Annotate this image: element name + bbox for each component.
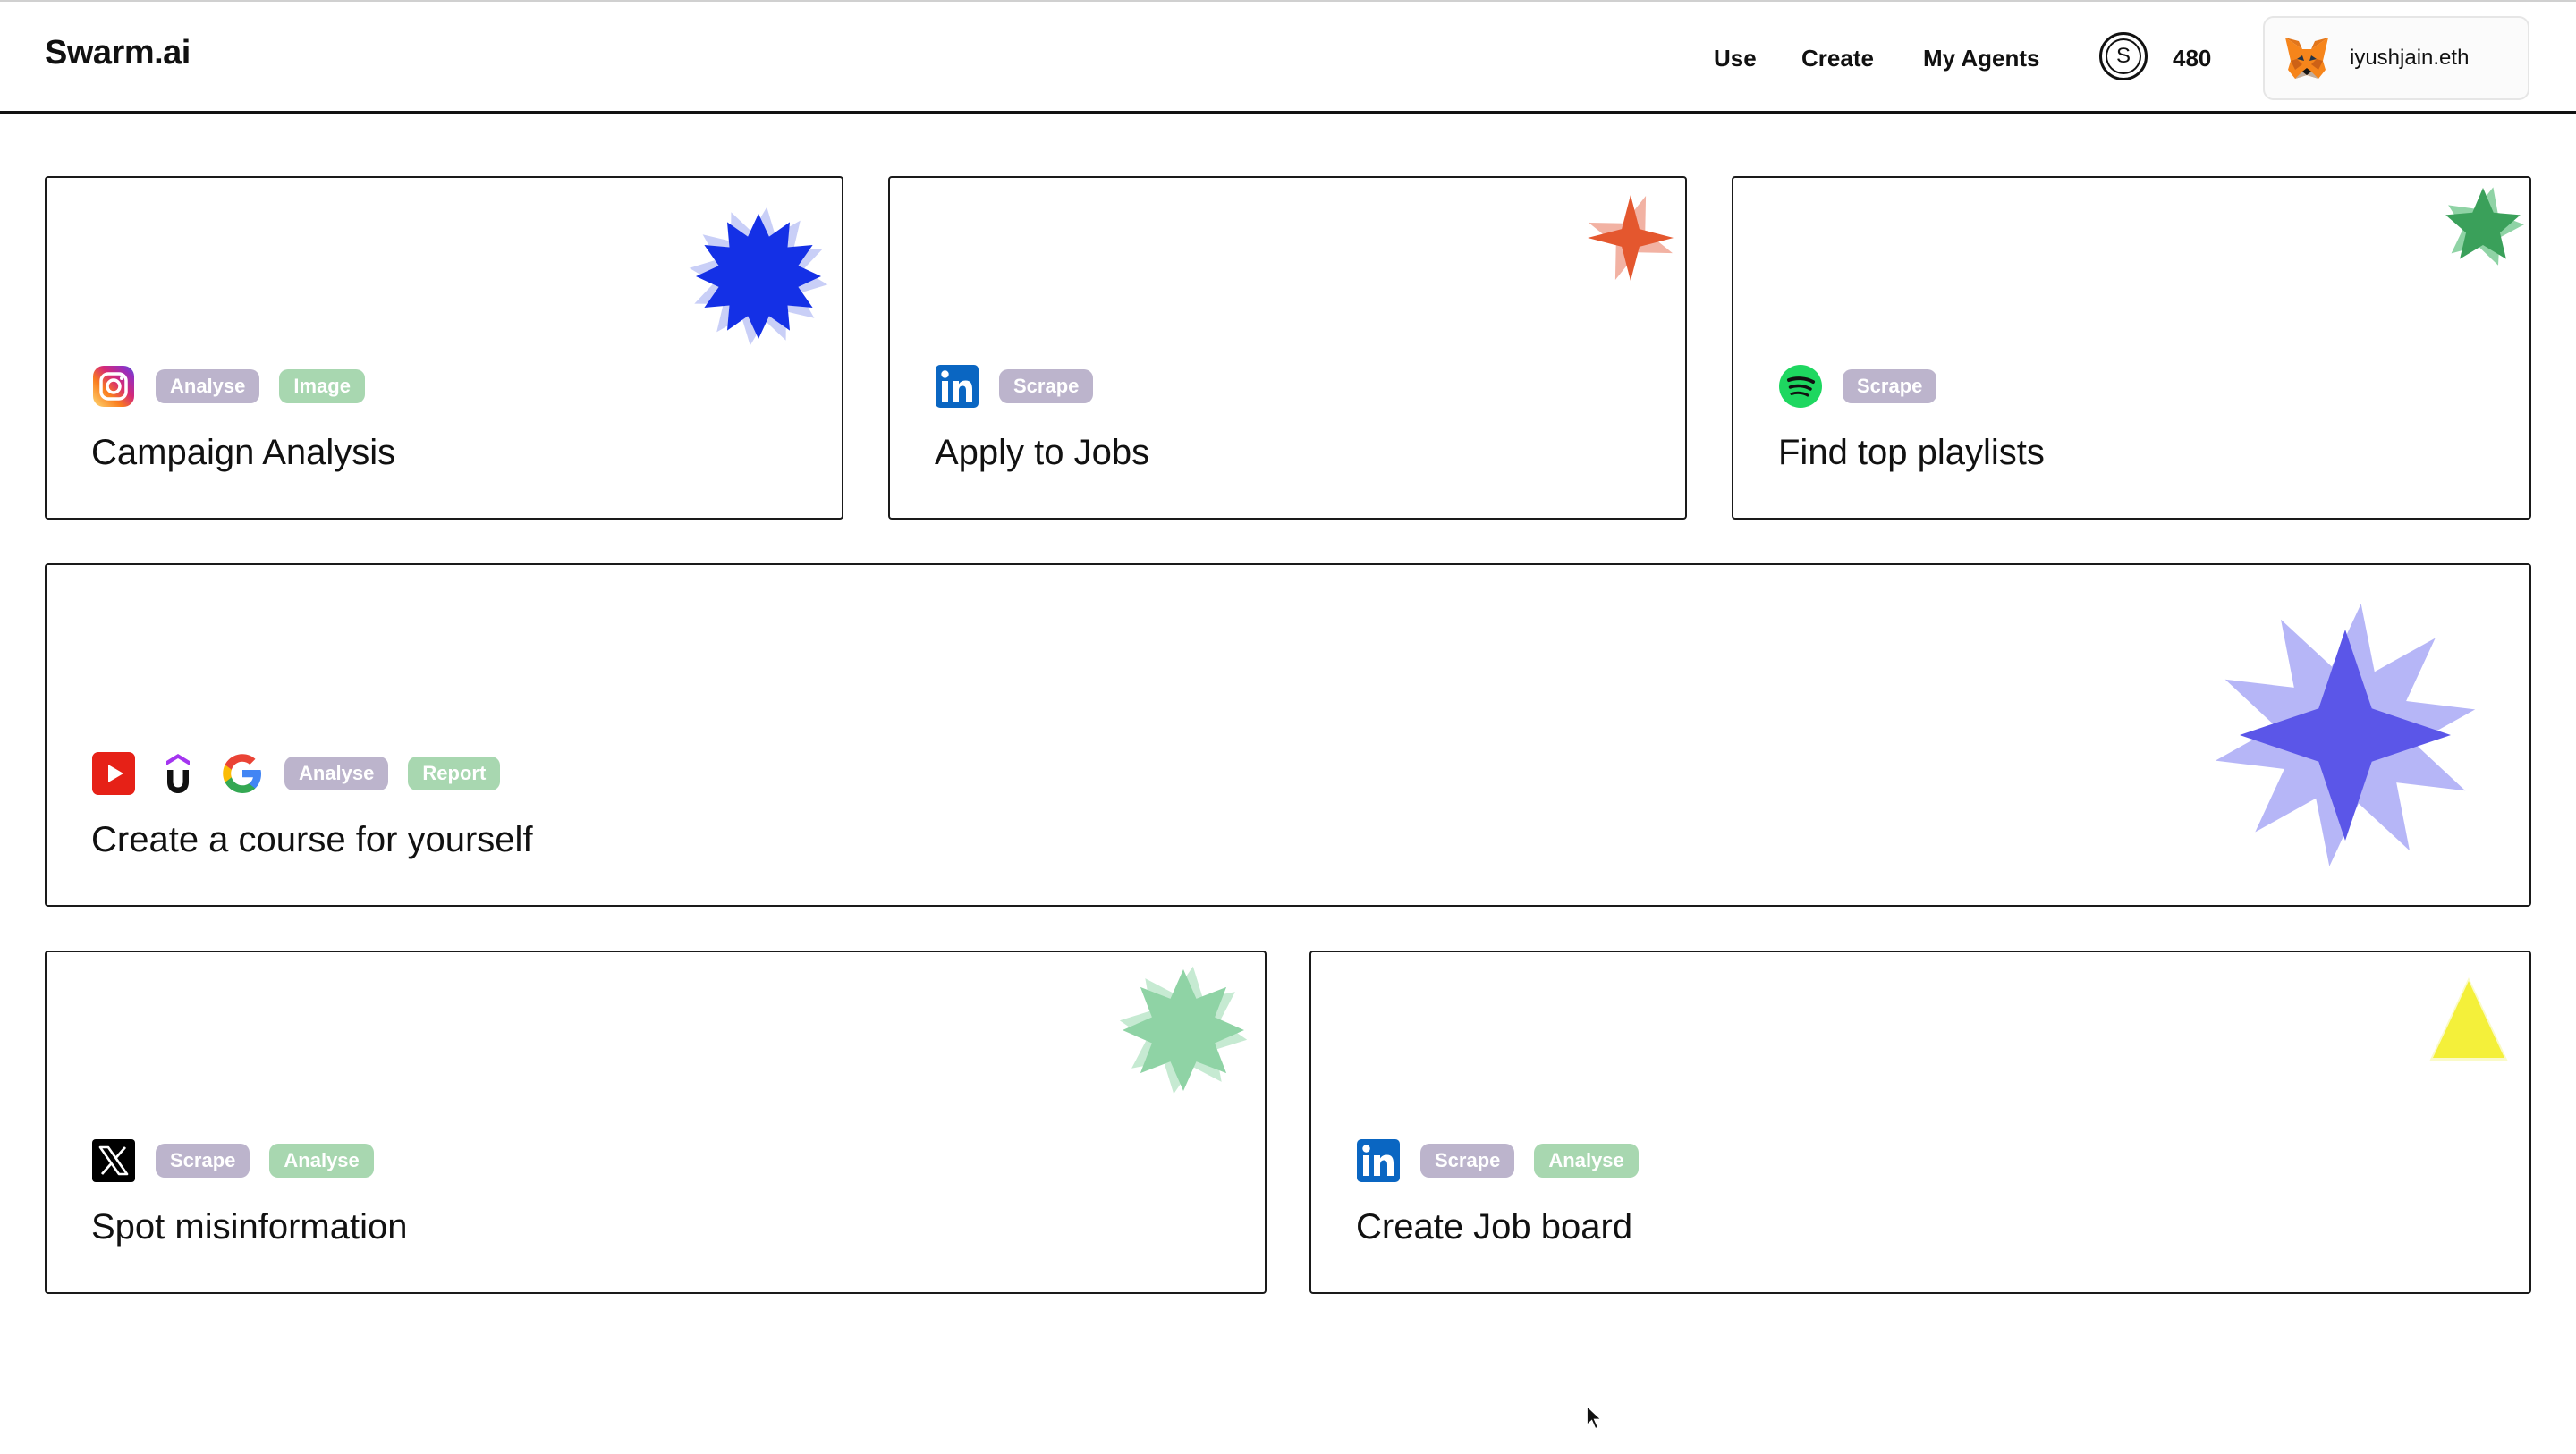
card-title: Campaign Analysis — [91, 433, 396, 472]
tag-scrape: Scrape — [999, 369, 1094, 403]
tag-analyse: Analyse — [156, 369, 260, 403]
agent-card-find-top-playlists[interactable]: Scrape Find top playlists — [1732, 176, 2531, 520]
large-starburst-icon — [2215, 604, 2476, 866]
card-title: Apply to Jobs — [935, 433, 1150, 472]
spotify-icon[interactable] — [1778, 364, 1823, 409]
card-title: Spot misinformation — [91, 1207, 408, 1247]
mouse-cursor-icon — [1586, 1404, 1604, 1431]
linkedin-icon[interactable] — [1356, 1138, 1401, 1183]
card-title: Find top playlists — [1778, 433, 2045, 472]
wallet-button[interactable]: iyushjain.eth — [2263, 16, 2529, 100]
agent-card-campaign-analysis[interactable]: Analyse Image Campaign Analysis — [45, 176, 843, 520]
credits-count: 480 — [2173, 45, 2212, 72]
tag-analyse: Analyse — [1534, 1144, 1639, 1178]
credits-coin-icon: S — [2099, 32, 2148, 80]
linkedin-icon[interactable] — [935, 364, 979, 409]
tag-image: Image — [279, 369, 365, 403]
x-icon[interactable] — [91, 1138, 136, 1183]
nav-use[interactable]: Use — [1714, 45, 1757, 72]
nav-my-agents[interactable]: My Agents — [1923, 45, 2040, 72]
nav-create[interactable]: Create — [1801, 45, 1874, 72]
agent-card-apply-to-jobs[interactable]: Scrape Apply to Jobs — [888, 176, 1687, 520]
udemy-icon[interactable] — [156, 751, 200, 796]
star-icon — [2445, 187, 2524, 266]
starburst-icon — [689, 207, 828, 346]
triangle-icon — [2429, 977, 2508, 1061]
starburst-icon — [1119, 966, 1248, 1095]
tag-scrape: Scrape — [1420, 1144, 1515, 1178]
tag-scrape: Scrape — [156, 1144, 250, 1178]
card-title: Create a course for yourself — [91, 820, 533, 859]
agent-card-create-course[interactable]: Analyse Report Create a course for yours… — [45, 563, 2531, 907]
agent-card-spot-misinformation[interactable]: Scrape Analyse Spot misinformation — [45, 951, 1267, 1294]
app-logo[interactable]: Swarm.ai — [45, 34, 191, 72]
metamask-fox-icon — [2285, 38, 2328, 79]
tag-analyse: Analyse — [284, 757, 389, 790]
tag-analyse: Analyse — [269, 1144, 374, 1178]
sparkle-star-icon — [1588, 195, 1674, 281]
agent-card-create-job-board[interactable]: Scrape Analyse Create Job board — [1309, 951, 2531, 1294]
instagram-icon[interactable] — [91, 364, 136, 409]
google-icon[interactable] — [220, 751, 265, 796]
top-navigation-bar: Swarm.ai Use Create My Agents S 480 iyus… — [0, 2, 2576, 114]
youtube-icon[interactable] — [91, 751, 136, 796]
tag-scrape: Scrape — [1843, 369, 1937, 403]
wallet-name: iyushjain.eth — [2350, 46, 2470, 70]
card-title: Create Job board — [1356, 1207, 1633, 1247]
tag-report: Report — [408, 757, 501, 790]
